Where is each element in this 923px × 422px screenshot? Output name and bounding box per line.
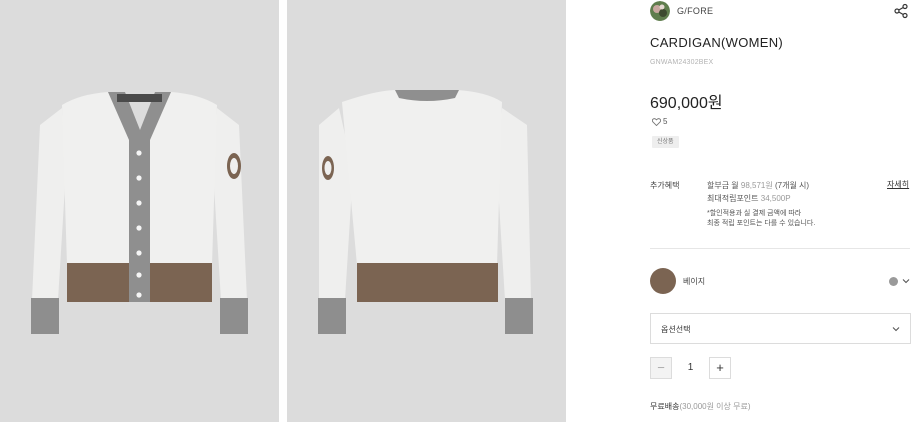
points-amount: 34,500P — [760, 194, 791, 203]
benefit-detail-link[interactable]: 자세히 — [887, 179, 909, 190]
shipping-label: 무료배송 — [650, 402, 680, 411]
quantity-increase-button[interactable]: + — [709, 357, 731, 379]
like-count-value: 5 — [663, 117, 668, 126]
divider — [650, 248, 910, 249]
option-select[interactable]: 옵션선택 — [650, 313, 911, 344]
benefit-label: 추가혜택 — [650, 181, 680, 190]
option-select-label: 옵션선택 — [661, 325, 691, 334]
shipping-detail: (30,000원 이상 무료) — [679, 402, 751, 411]
color-option-row: 베이지 — [650, 268, 913, 294]
new-product-badge: 신상품 — [652, 136, 679, 148]
product-price: 690,000원 — [650, 95, 723, 112]
color-swatch-beige[interactable] — [650, 268, 676, 294]
installment-label: 할부금 월 — [707, 181, 739, 190]
quantity-decrease-button[interactable]: − — [650, 357, 672, 379]
quantity-stepper: − 1 + — [650, 357, 740, 379]
color-dot-gray[interactable] — [889, 277, 898, 286]
brand-name[interactable]: G/FORE — [677, 6, 713, 16]
chevron-down-icon[interactable] — [902, 277, 910, 285]
points-info: 최대적립포인트 34,500P — [707, 193, 791, 204]
points-label: 최대적립포인트 — [707, 194, 759, 203]
heart-icon — [652, 117, 661, 126]
color-name: 베이지 — [683, 277, 706, 286]
quantity-value[interactable]: 1 — [672, 357, 709, 379]
installment-suffix: (7개월 시) — [774, 181, 810, 190]
installment-info: 할부금 월 98,571원 (7개월 시) — [707, 180, 809, 191]
brand-row: G/FORE — [650, 0, 913, 22]
benefit-note-line1: *할인적용과 실 결제 금액에 따라 — [707, 210, 802, 217]
like-count[interactable]: 5 — [652, 117, 667, 126]
product-image-front[interactable] — [0, 0, 279, 422]
product-title: CARDIGAN(WOMEN) — [650, 35, 784, 50]
chevron-down-icon — [892, 327, 900, 332]
brand-avatar-icon[interactable] — [650, 1, 670, 21]
share-icon[interactable] — [893, 3, 909, 19]
product-sku: GNWAM24302BEX — [650, 59, 714, 66]
benefit-note-line2: 최종 적립 포인트는 다를 수 있습니다. — [707, 220, 816, 227]
installment-amount: 98,571원 — [740, 181, 773, 190]
product-info-panel: G/FORE CARDIGAN(WOMEN) GNWAM24302BEX 690… — [650, 0, 913, 422]
shipping-info: 무료배송(30,000원 이상 무료) — [650, 401, 751, 412]
product-image-back[interactable] — [287, 0, 566, 422]
